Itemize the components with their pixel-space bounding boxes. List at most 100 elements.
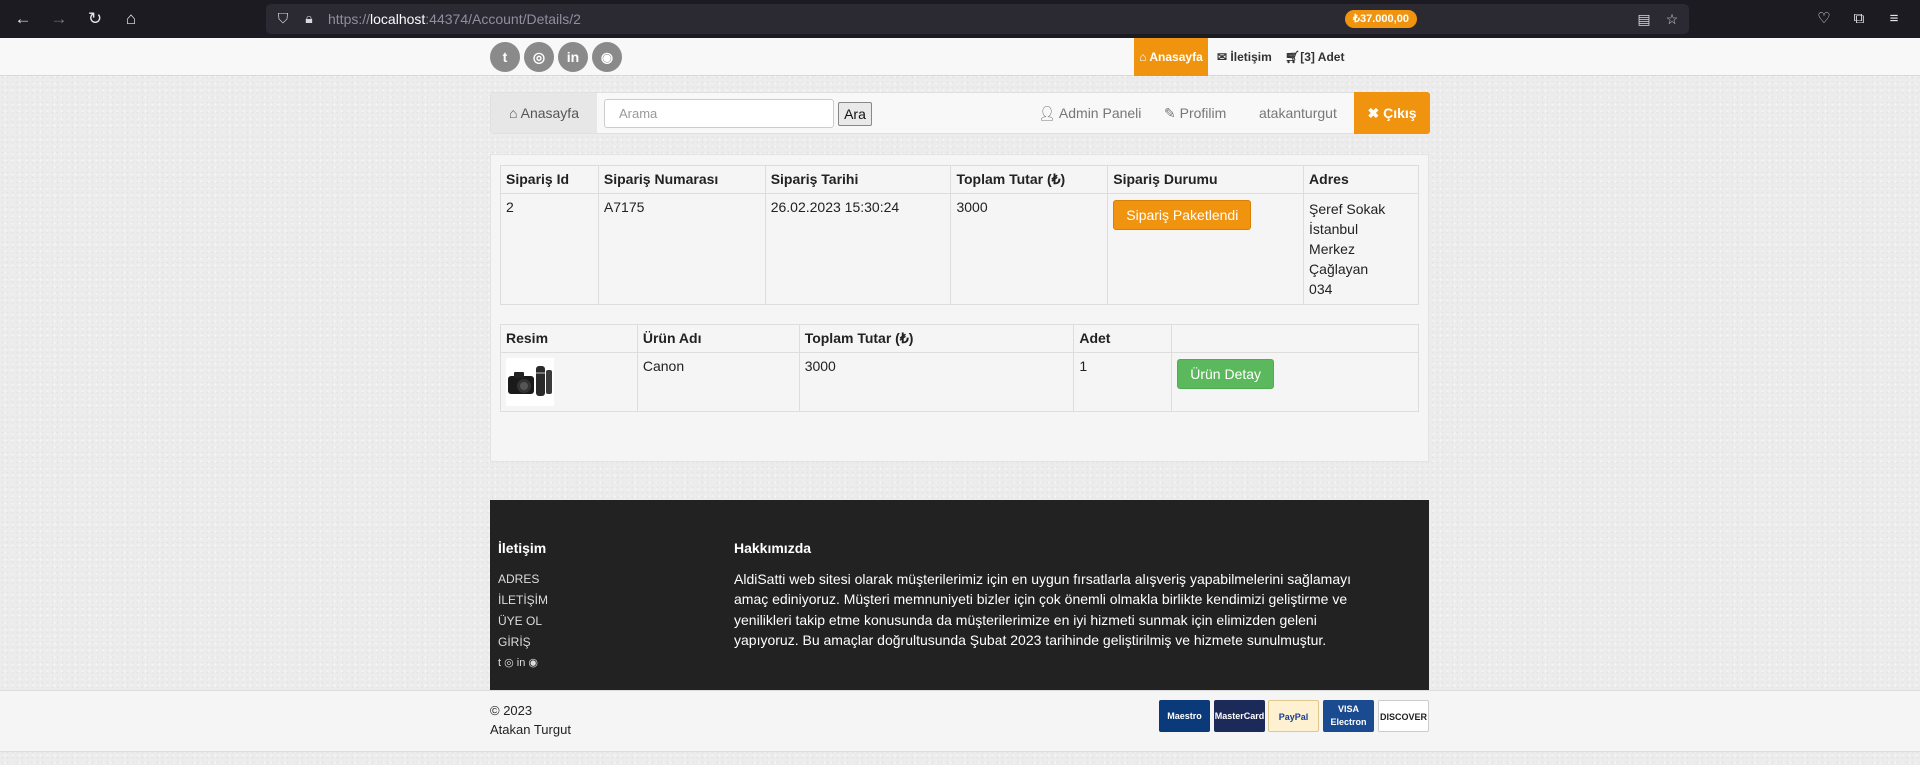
footer-about-title: Hakkımızda [734,540,812,556]
profile-label: Profilim [1179,105,1227,121]
profile-link[interactable]: ✎ Profilim [1164,93,1226,133]
address-bar[interactable]: ⛉ 🔒︎ https://localhost:44374/Account/Det… [266,4,1689,34]
maestro-logo: Maestro [1159,700,1210,732]
linkedin-icon[interactable]: in [558,42,588,72]
top-cart-link[interactable]: 🛒︎[3] Adet [1285,38,1344,76]
reload-icon[interactable]: ↻ [84,8,106,30]
camera-icon [508,366,552,396]
main-navbar: ⌂ Anasayfa Ara 👤︎ Admin Paneli ✎ Profili… [490,92,1430,134]
twitter-icon[interactable]: t [498,657,501,669]
back-icon[interactable]: ← [12,8,34,30]
cart-icon: 🛒︎ [1285,50,1301,64]
order-status-cell: Sipariş Paketlendi [1107,193,1305,305]
footer-link-register[interactable]: ÜYE OL [498,614,542,628]
pocket-icon[interactable]: ♡ [1813,8,1835,30]
product-qty: 1 [1073,352,1173,412]
top-home-link[interactable]: ⌂ Anasayfa [1134,38,1208,76]
product-action-cell: Ürün Detay [1171,352,1419,412]
discover-logo: DISCOVER [1378,700,1429,732]
home-icon[interactable]: ⌂ [120,8,142,30]
order-row: 2 A7175 26.02.2023 15:30:24 3000 Sipariş… [500,193,1419,305]
column-header: Sipariş Id [500,165,599,194]
table-row: Canon 3000 1 Ürün Detay [500,352,1419,412]
order-items-table: Resim Ürün Adı Toplam Tutar (₺) Adet Can… [500,324,1419,412]
menu-icon[interactable]: ≡ [1883,8,1905,30]
order-table: Sipariş Id Sipariş Numarası Sipariş Tari… [500,165,1419,305]
address-line: 034 [1309,281,1333,297]
search-button[interactable]: Ara [838,102,872,126]
instagram-icon[interactable]: ◎ [524,42,554,72]
items-header-row: Resim Ürün Adı Toplam Tutar (₺) Adet [500,324,1419,353]
browser-toolbar: ← → ↻ ⌂ ⛉ 🔒︎ https://localhost:44374/Acc… [0,0,1920,38]
github-icon[interactable]: ◉ [528,657,538,669]
order-header-row: Sipariş Id Sipariş Numarası Sipariş Tari… [500,165,1419,194]
footer-about-text: AldiSatti web sitesi olarak müşterilerim… [734,571,1352,648]
top-home-label: Anasayfa [1149,50,1203,64]
nav-home-label: Anasayfa [520,105,579,121]
column-header [1171,324,1419,353]
bookmark-star-icon[interactable]: ☆ [1662,9,1682,29]
product-name: Canon [636,352,800,412]
order-id: 2 [500,193,599,305]
bottom-bar [0,690,1920,752]
github-icon[interactable]: ◉ [592,42,622,72]
cart-count: [3] Adet [1300,50,1345,64]
cart-total-badge: ₺37.000,00 [1345,10,1417,28]
address-line: Merkez [1309,241,1355,257]
product-total: 3000 [798,352,1075,412]
instagram-icon[interactable]: ◎ [504,657,514,669]
reader-view-icon[interactable]: ▤ [1634,9,1654,29]
column-header: Sipariş Durumu [1107,165,1305,194]
close-icon: ✖ [1367,105,1380,121]
product-image[interactable] [506,358,554,406]
column-header: Adres [1303,165,1419,194]
column-header: Toplam Tutar (₺) [950,165,1109,194]
visa-electron-logo: VISA Electron [1323,700,1374,732]
linkedin-icon[interactable]: in [517,657,526,669]
column-header: Ürün Adı [636,324,800,353]
address-line: İstanbul [1309,221,1359,237]
forward-icon[interactable]: → [48,8,70,30]
twitter-icon[interactable]: t [490,42,520,72]
product-detail-button[interactable]: Ürün Detay [1177,359,1275,389]
lock-icon[interactable]: 🔒︎ [300,9,318,27]
address-line: Çağlayan [1309,261,1369,277]
paypal-logo: PayPal [1268,700,1319,732]
edit-icon: ✎ [1164,105,1176,121]
admin-panel-label: Admin Paneli [1058,105,1142,121]
mastercard-logo: MasterCard [1214,700,1265,732]
shield-icon[interactable]: ⛉ [274,9,292,27]
copyright-owner: Atakan Turgut [490,721,571,737]
logout-label: Çıkış [1383,105,1417,121]
home-icon: ⌂ [1139,50,1147,64]
search-input[interactable] [604,99,834,128]
order-status-button[interactable]: Sipariş Paketlendi [1113,200,1252,230]
product-image-cell [500,352,638,412]
user-icon: 👤︎ [1038,105,1056,121]
top-contact-link[interactable]: ✉ İletişim [1217,38,1272,76]
footer-social-icons: t ◎ in ◉ [498,656,538,669]
footer-contact-title: İletişim [498,540,547,556]
url-text[interactable]: https://localhost:44374/Account/Details/… [328,11,581,27]
column-header: Adet [1073,324,1173,353]
copyright: © 2023 Atakan Turgut [490,702,571,739]
footer-link-login[interactable]: GİRİŞ [498,635,531,649]
order-total: 3000 [950,193,1109,305]
column-header: Sipariş Numarası [597,165,766,194]
logout-button[interactable]: ✖ Çıkış [1354,92,1430,134]
home-icon: ⌂ [509,105,518,121]
footer-link-address[interactable]: ADRES [498,572,539,586]
footer-link-contact[interactable]: İLETİŞİM [498,593,548,607]
nav-home-link[interactable]: ⌂ Anasayfa [491,93,597,133]
order-number: A7175 [597,193,766,305]
extensions-icon[interactable]: ⧉ [1848,8,1870,30]
username-link[interactable]: atakanturgut [1259,93,1337,133]
copyright-year: © 2023 [490,703,533,718]
order-details-panel: Sipariş Id Sipariş Numarası Sipariş Tari… [490,154,1429,462]
column-header: Sipariş Tarihi [764,165,952,194]
admin-panel-link[interactable]: 👤︎ Admin Paneli [1038,93,1141,133]
column-header: Resim [500,324,638,353]
envelope-icon: ✉ [1217,50,1228,64]
site-footer: İletişim ADRES İLETİŞİM ÜYE OL GİRİŞ t ◎… [490,500,1429,690]
order-date: 26.02.2023 15:30:24 [764,193,952,305]
